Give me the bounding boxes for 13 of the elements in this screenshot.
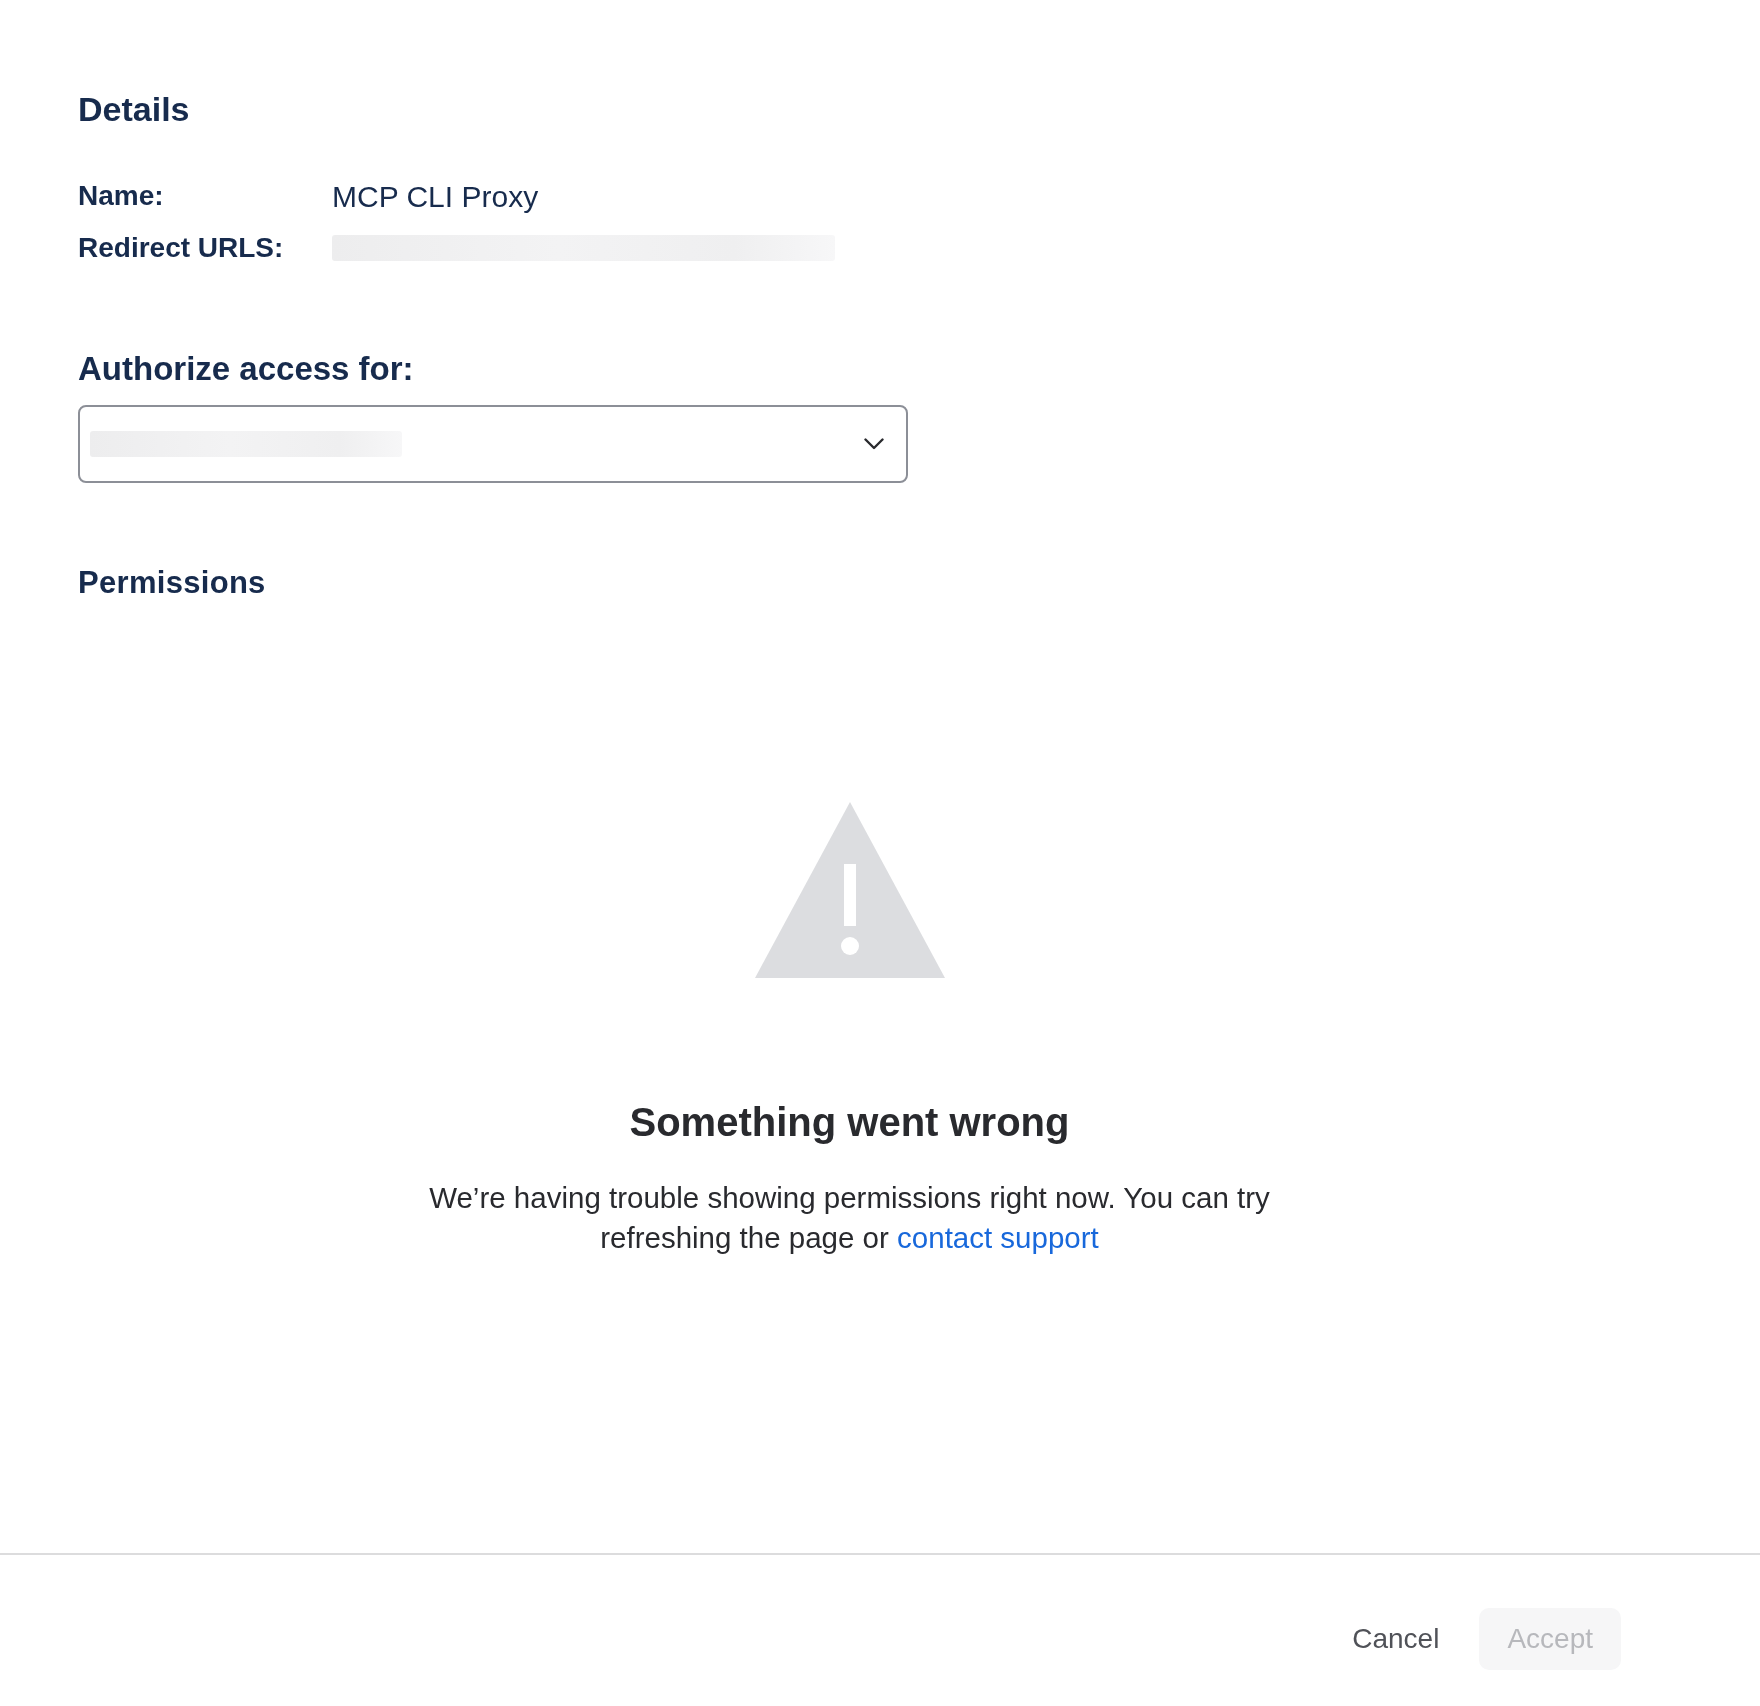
chevron-down-icon — [864, 438, 884, 450]
field-label: Authorize access for: — [78, 349, 414, 389]
warning-icon — [754, 802, 945, 978]
error-title: Something went wrong — [629, 1099, 1070, 1146]
footer-button[interactable]: Cancel — [1352, 1608, 1440, 1670]
section-heading: Details — [78, 89, 190, 130]
error-message: We’re having trouble showing permissions right now. You can try refreshing the page or contact support — [428, 1180, 1271, 1256]
contact-support-link[interactable]: contact support — [897, 1221, 1099, 1254]
field-label: Redirect URLS: — [78, 231, 285, 265]
field-label: Name: — [78, 179, 165, 213]
section-heading: Permissions — [78, 564, 266, 602]
account-select[interactable] — [78, 405, 908, 483]
field-value: MCP CLI Proxy — [332, 178, 539, 215]
